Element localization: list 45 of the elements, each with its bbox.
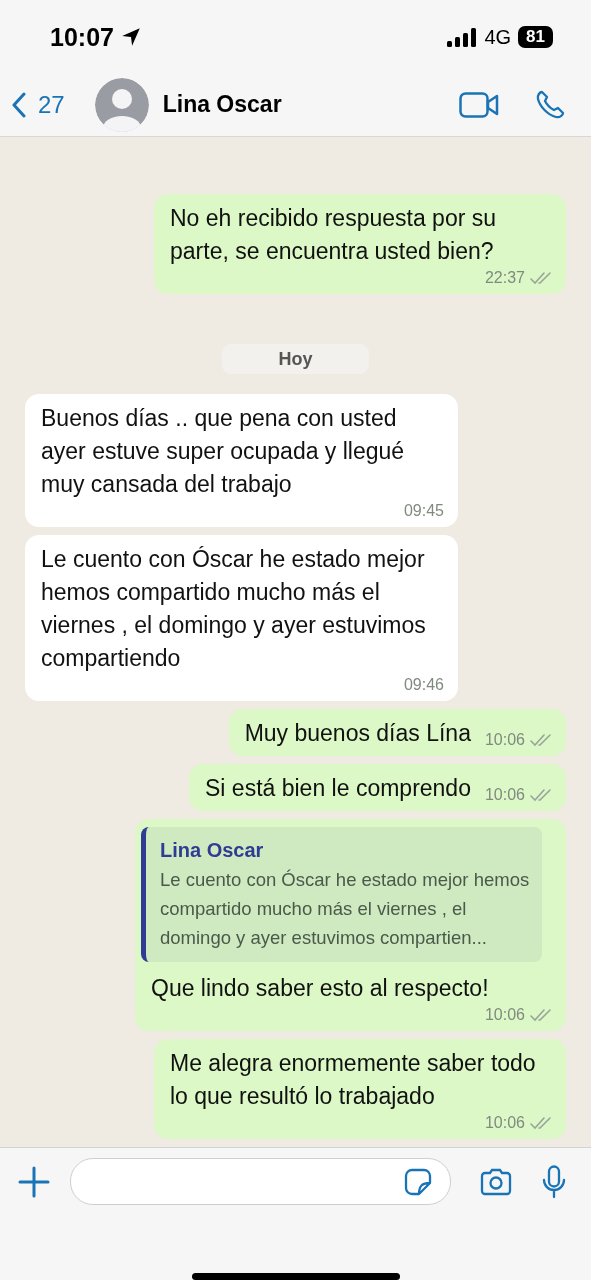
message-text: Muy buenos días Lína <box>244 719 471 748</box>
signal-icon <box>447 27 478 47</box>
battery-level: 81 <box>518 26 553 49</box>
voice-call-button[interactable] <box>535 89 565 120</box>
message-text: Si está bien le comprendo <box>205 774 471 803</box>
phone-icon <box>535 89 565 120</box>
camera-button[interactable] <box>479 1167 513 1196</box>
back-chevron-icon <box>12 91 26 118</box>
attach-button[interactable] <box>18 1165 50 1198</box>
message-time: 10:06 <box>484 730 525 750</box>
sent-message-bubble[interactable]: Muy buenos días Lína 10:06 <box>228 709 566 756</box>
quoted-text: Le cuento con Óscar he estado mejor hemos compartido mucho más el viernes , el domingo y ayer estuvimos compartien... <box>160 868 530 950</box>
network-type: 4G <box>484 25 512 49</box>
sent-message-bubble[interactable]: Me alegra enormemente saber todo lo que resultó lo trabajado 10:06 <box>154 1039 566 1139</box>
quoted-sender: Lina Oscar <box>160 838 265 863</box>
message-text: Que lindo saber esto al respecto! <box>151 974 489 1003</box>
contact-name[interactable]: Lina Oscar <box>162 91 282 119</box>
sent-message-bubble[interactable]: No eh recibido respuesta por su parte, se encuentra usted bien? 22:37 <box>154 194 566 294</box>
video-call-button[interactable] <box>459 91 499 118</box>
received-message-bubble[interactable]: Le cuento con Óscar he estado mejor hemos compartido mucho más el viernes , el domingo y ayer estuvimos compartiendo 09:46 <box>25 535 458 701</box>
video-camera-icon <box>459 91 499 118</box>
message-time: 09:46 <box>403 675 444 695</box>
quoted-message[interactable]: Lina Oscar Le cuento con Óscar he estado mejor hemos compartido mucho más el viernes , el domingo y ayer estuvimos compartien... <box>141 827 542 962</box>
back-button[interactable]: 27 <box>12 90 65 119</box>
camera-icon <box>479 1167 513 1196</box>
message-time: 09:45 <box>403 501 444 521</box>
date-chip: Hoy <box>222 344 369 374</box>
message-text: Buenos días .. que pena con usted ayer estuve super ocupada y llegué muy cansada del trabajo <box>41 404 406 499</box>
sticker-icon[interactable] <box>404 1167 432 1196</box>
clock-time: 10:07 <box>50 22 114 52</box>
message-time: 10:06 <box>484 785 525 805</box>
microphone-icon <box>541 1164 567 1199</box>
message-text: No eh recibido respuesta por su parte, se encuentra usted bien? <box>170 204 498 266</box>
microphone-button[interactable] <box>541 1164 567 1199</box>
message-text: Me alegra enormemente saber todo lo que resultó lo trabajado <box>170 1049 537 1111</box>
message-time: 10:06 <box>484 1113 525 1133</box>
message-input-field[interactable] <box>70 1158 451 1205</box>
received-message-bubble[interactable]: Buenos días .. que pena con usted ayer estuve super ocupada y llegué muy cansada del trabajo 09:45 <box>25 394 458 527</box>
message-time: 10:06 <box>484 1005 525 1025</box>
plus-icon <box>18 1165 50 1198</box>
sent-message-bubble[interactable]: Si está bien le comprendo 10:06 <box>189 764 566 811</box>
message-text: Le cuento con Óscar he estado mejor hemos compartido mucho más el viernes , el domingo y ayer estuvimos compartiendo <box>41 545 427 673</box>
avatar-icon[interactable] <box>94 77 149 132</box>
sent-message-bubble[interactable]: Lina Oscar Le cuento con Óscar he estado mejor hemos compartido mucho más el viernes , el domingo y ayer estuvimos compartien... Que lindo saber esto al respecto! 10:06 <box>135 819 566 1031</box>
message-time: 22:37 <box>484 268 525 288</box>
